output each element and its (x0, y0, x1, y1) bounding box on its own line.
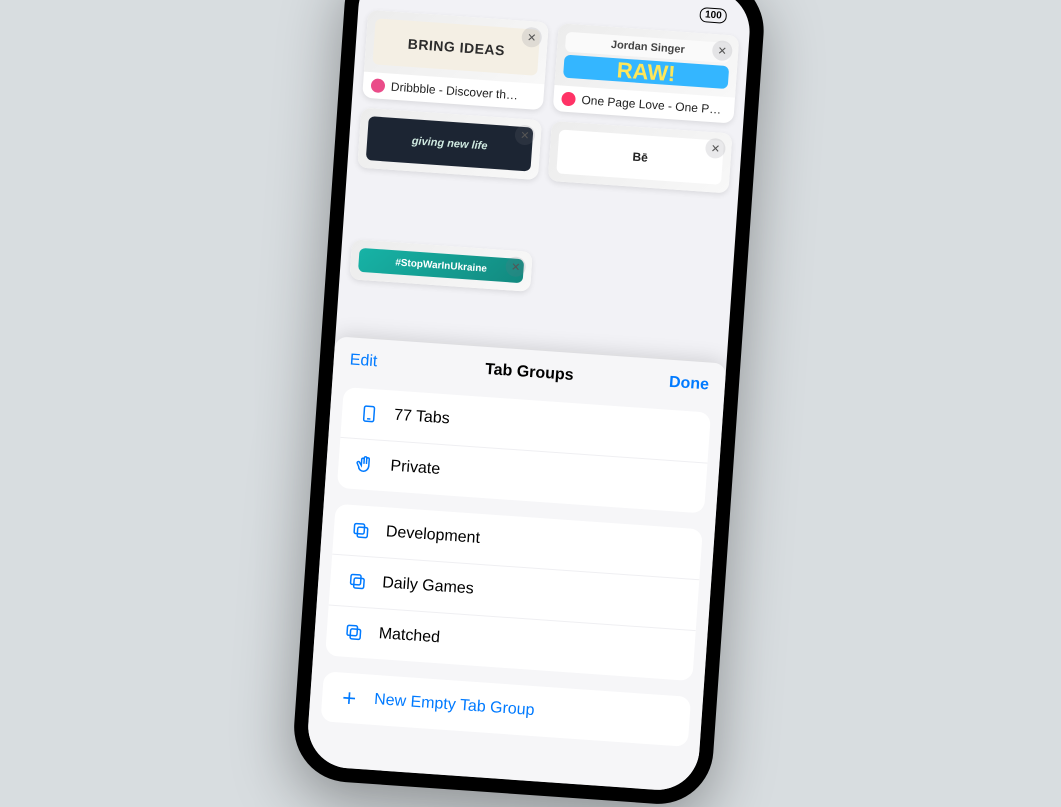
tab-card[interactable]: giving new life ✕ (357, 107, 542, 179)
tab-thumbnail: BRING IDEAS (372, 18, 540, 75)
tab-thumbnail: giving new life (365, 116, 533, 171)
row-label: 77 Tabs (393, 406, 450, 428)
hand-icon (353, 452, 376, 475)
dribbble-favicon-icon (370, 78, 385, 93)
screen: 16:26 100 BRING IDEAS ✕ Dribbble - Disco… (305, 0, 752, 792)
tab-thumbnail: Bē (556, 129, 724, 184)
close-tab-icon[interactable]: ✕ (704, 137, 725, 158)
custom-tab-groups-list: Development Daily Games Matched (325, 503, 703, 680)
primary-tab-groups-list: 77 Tabs Private (336, 387, 710, 513)
plus-icon (337, 686, 360, 709)
close-tab-icon[interactable]: ✕ (711, 39, 732, 60)
edit-button[interactable]: Edit (349, 351, 378, 371)
tab-thumbnail: #StopWarInUkraine (357, 247, 523, 282)
tab-card[interactable]: Bē ✕ (547, 120, 732, 192)
status-time: 16:26 (382, 0, 421, 3)
sheet-title: Tab Groups (484, 360, 574, 383)
tab-title-label: Dribbble - Discover th… (390, 79, 518, 102)
close-tab-icon[interactable]: ✕ (514, 124, 535, 145)
done-button[interactable]: Done (668, 373, 709, 394)
tab-card[interactable]: Jordan Singer RAW! ✕ One Page Love - One… (552, 23, 739, 123)
row-label: Development (385, 523, 480, 548)
row-label: Daily Games (381, 574, 474, 598)
tab-groups-sheet: Edit Tab Groups Done 77 Tabs Private (305, 336, 726, 792)
status-indicators: 100 (689, 5, 727, 23)
phone-frame: 16:26 100 BRING IDEAS ✕ Dribbble - Disco… (290, 0, 767, 807)
tab-overview-grid[interactable]: BRING IDEAS ✕ Dribbble - Discover th… Jo… (334, 5, 749, 372)
tabs-icon (357, 402, 380, 425)
signal-icon (689, 6, 690, 20)
row-label: Matched (378, 625, 440, 647)
tab-title-label: One Page Love - One P… (581, 92, 722, 116)
tab-group-icon (349, 518, 372, 541)
onepagelove-favicon-icon (561, 91, 576, 106)
battery-indicator: 100 (699, 6, 727, 23)
wifi-icon (694, 6, 695, 20)
new-tab-group-button[interactable]: New Empty Tab Group (320, 671, 691, 747)
tab-card[interactable]: #StopWarInUkraine ✕ (349, 239, 532, 292)
close-tab-icon[interactable]: ✕ (505, 256, 526, 277)
row-label: New Empty Tab Group (373, 690, 535, 719)
tab-group-icon (342, 620, 365, 643)
tab-card[interactable]: BRING IDEAS ✕ Dribbble - Discover th… (362, 9, 549, 109)
row-label: Private (389, 457, 440, 478)
close-tab-icon[interactable]: ✕ (521, 26, 542, 47)
new-group-section: New Empty Tab Group (320, 671, 691, 747)
tab-group-icon (345, 569, 368, 592)
